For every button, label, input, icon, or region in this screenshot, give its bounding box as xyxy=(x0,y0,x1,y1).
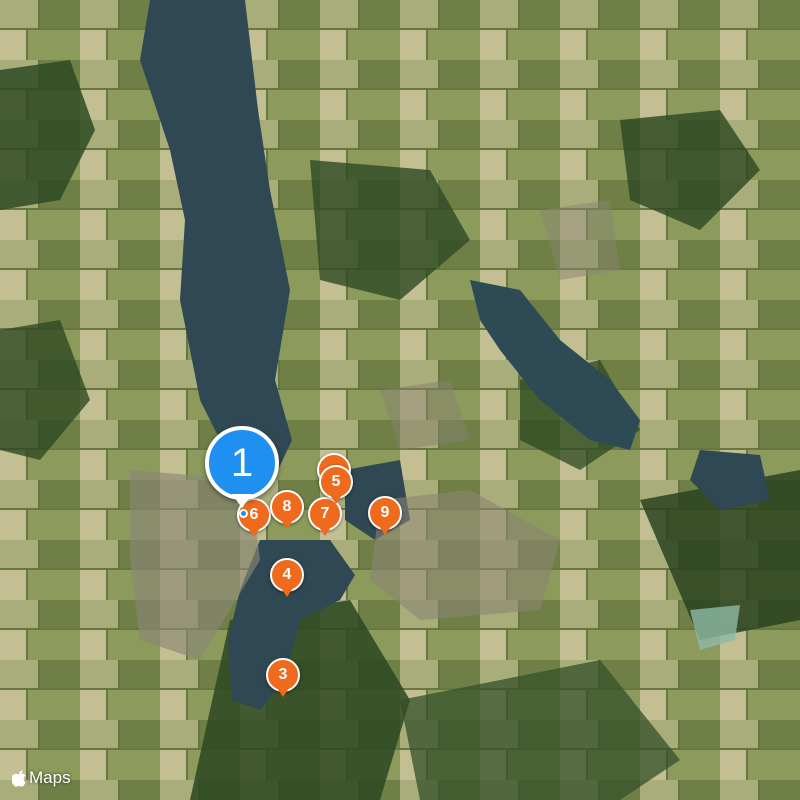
satellite-imagery xyxy=(0,0,800,800)
map-marker-4[interactable]: 4 xyxy=(270,558,304,598)
map-marker-label: 3 xyxy=(278,666,288,683)
map-marker-label: 1 xyxy=(230,441,254,485)
maps-attribution[interactable]: Maps xyxy=(12,768,71,788)
map-marker-5[interactable]: 5 xyxy=(319,465,353,505)
map-marker-1[interactable]: 1 xyxy=(205,426,279,510)
map-marker-3[interactable]: 3 xyxy=(266,658,300,698)
location-dot-icon xyxy=(239,509,248,518)
map-marker-label: 9 xyxy=(380,504,390,521)
map-marker-label: 4 xyxy=(282,566,292,583)
attribution-text: Maps xyxy=(29,768,71,787)
map-view[interactable]: 6 8 7 5 9 4 3 1 Maps xyxy=(0,0,800,800)
map-marker-label: 5 xyxy=(331,473,341,490)
apple-logo-icon xyxy=(12,770,26,787)
map-marker-9[interactable]: 9 xyxy=(368,496,402,536)
